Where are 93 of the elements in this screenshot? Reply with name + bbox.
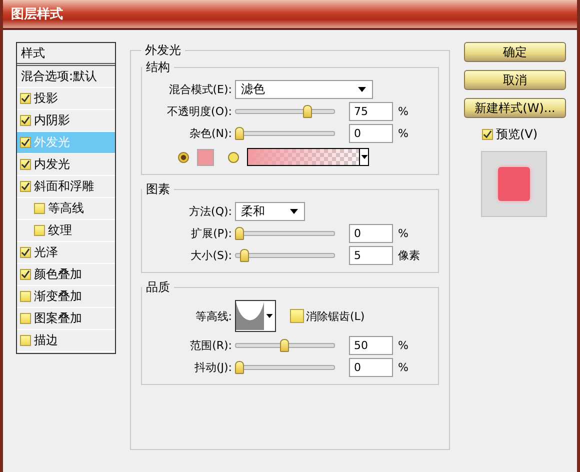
group-title: 结构	[145, 59, 171, 76]
checkbox[interactable]	[20, 313, 31, 324]
checkbox[interactable]	[20, 137, 31, 148]
style-label: 光泽	[34, 244, 58, 261]
checkbox[interactable]	[20, 335, 31, 346]
checkbox[interactable]	[482, 129, 493, 140]
checkbox[interactable]	[20, 269, 31, 280]
group-title: 品质	[145, 279, 171, 296]
value-field[interactable]: 50	[349, 336, 393, 354]
slider-thumb[interactable]	[235, 226, 244, 240]
style-label: 斜面和浮雕	[34, 178, 94, 195]
dialog-button[interactable]: 确定	[464, 42, 566, 62]
group-title: 外发光	[144, 42, 182, 59]
slider[interactable]	[235, 248, 335, 262]
slider-thumb[interactable]	[235, 126, 244, 140]
slider[interactable]	[235, 226, 335, 240]
checkbox[interactable]	[20, 181, 31, 192]
slider-thumb[interactable]	[280, 338, 289, 352]
slider-thumb[interactable]	[302, 104, 312, 118]
caret-icon	[290, 208, 298, 214]
value-field[interactable]: 75	[349, 102, 393, 120]
field-label: 范围(R):	[189, 338, 232, 352]
checkbox-label: 消除锯齿(L)	[306, 308, 365, 324]
style-label: 投影	[34, 90, 58, 107]
caret-icon	[266, 314, 273, 318]
field-label: 抖动(J):	[193, 360, 232, 374]
style-label: 颜色叠加	[34, 266, 82, 283]
unit-label: 像素	[398, 248, 420, 262]
style-item[interactable]: 图案叠加	[17, 308, 115, 330]
unit-label: %	[398, 360, 408, 374]
field-label: 大小(S):	[190, 248, 232, 262]
style-item[interactable]: 等高线	[17, 198, 115, 220]
preview-square	[498, 167, 530, 201]
checkbox[interactable]	[20, 93, 31, 104]
style-label: 等高线	[48, 200, 84, 217]
checkbox[interactable]	[34, 203, 45, 214]
slider-thumb[interactable]	[235, 360, 244, 374]
dropdown[interactable]: 柔和	[235, 202, 305, 220]
style-item[interactable]: 投影	[17, 88, 115, 110]
unit-label: %	[398, 226, 408, 240]
style-label: 纹理	[48, 222, 72, 239]
style-item[interactable]: 颜色叠加	[17, 264, 115, 286]
value-field[interactable]: 0	[349, 358, 393, 376]
value-field[interactable]: 0	[349, 124, 393, 142]
style-item[interactable]: 内发光	[17, 154, 115, 176]
blending-options-item[interactable]: 混合选项:默认	[17, 66, 115, 88]
dropdown[interactable]: 滤色	[235, 80, 373, 98]
slider[interactable]	[235, 126, 335, 140]
value-field[interactable]: 5	[349, 246, 393, 264]
window-title: 图层样式	[11, 6, 63, 23]
value-field[interactable]: 0	[349, 224, 393, 242]
style-label: 内发光	[34, 156, 70, 173]
dialog-button[interactable]: 取消	[464, 70, 566, 90]
radio-button[interactable]	[178, 152, 189, 162]
caret-icon	[360, 155, 368, 159]
checkbox[interactable]	[20, 115, 31, 126]
color-swatch[interactable]	[197, 148, 214, 166]
style-item[interactable]: 描边	[17, 330, 115, 352]
style-item[interactable]: 渐变叠加	[17, 286, 115, 308]
slider[interactable]	[235, 360, 335, 374]
list-header[interactable]: 样式	[17, 43, 115, 66]
checkbox[interactable]	[20, 291, 31, 302]
field-label: 不透明度(O):	[166, 104, 232, 118]
slider[interactable]	[235, 338, 335, 352]
style-label: 描边	[34, 332, 58, 349]
unit-label: %	[398, 104, 408, 118]
checkbox[interactable]	[20, 159, 31, 170]
caret-icon	[358, 86, 366, 92]
style-label: 内阴影	[34, 112, 70, 129]
field-label: 方法(Q):	[188, 204, 232, 218]
dialog-button[interactable]: 新建样式(W)...	[464, 98, 566, 118]
field-label: 扩展(P):	[190, 226, 232, 240]
style-item[interactable]: 光泽	[17, 242, 115, 264]
checkbox-label: 预览(V)	[496, 126, 538, 143]
group-title: 图素	[145, 181, 171, 198]
radio-button[interactable]	[228, 152, 239, 162]
contour-picker[interactable]	[235, 300, 276, 332]
slider[interactable]	[235, 104, 335, 118]
style-item[interactable]: 斜面和浮雕	[17, 176, 115, 198]
field-label: 杂色(N):	[188, 126, 232, 140]
style-label: 渐变叠加	[34, 288, 82, 305]
field-label: 混合模式(E):	[168, 82, 232, 96]
style-label: 外发光	[34, 134, 70, 151]
field-label: 等高线:	[194, 308, 232, 324]
unit-label: %	[398, 338, 408, 352]
slider-thumb[interactable]	[240, 248, 248, 262]
style-item[interactable]: 纹理	[17, 220, 115, 242]
checkbox[interactable]	[34, 225, 45, 236]
style-label: 图案叠加	[34, 310, 82, 327]
gradient-picker[interactable]	[247, 148, 369, 166]
checkbox[interactable]	[20, 247, 31, 258]
unit-label: %	[398, 126, 408, 140]
checkbox[interactable]	[290, 309, 304, 323]
